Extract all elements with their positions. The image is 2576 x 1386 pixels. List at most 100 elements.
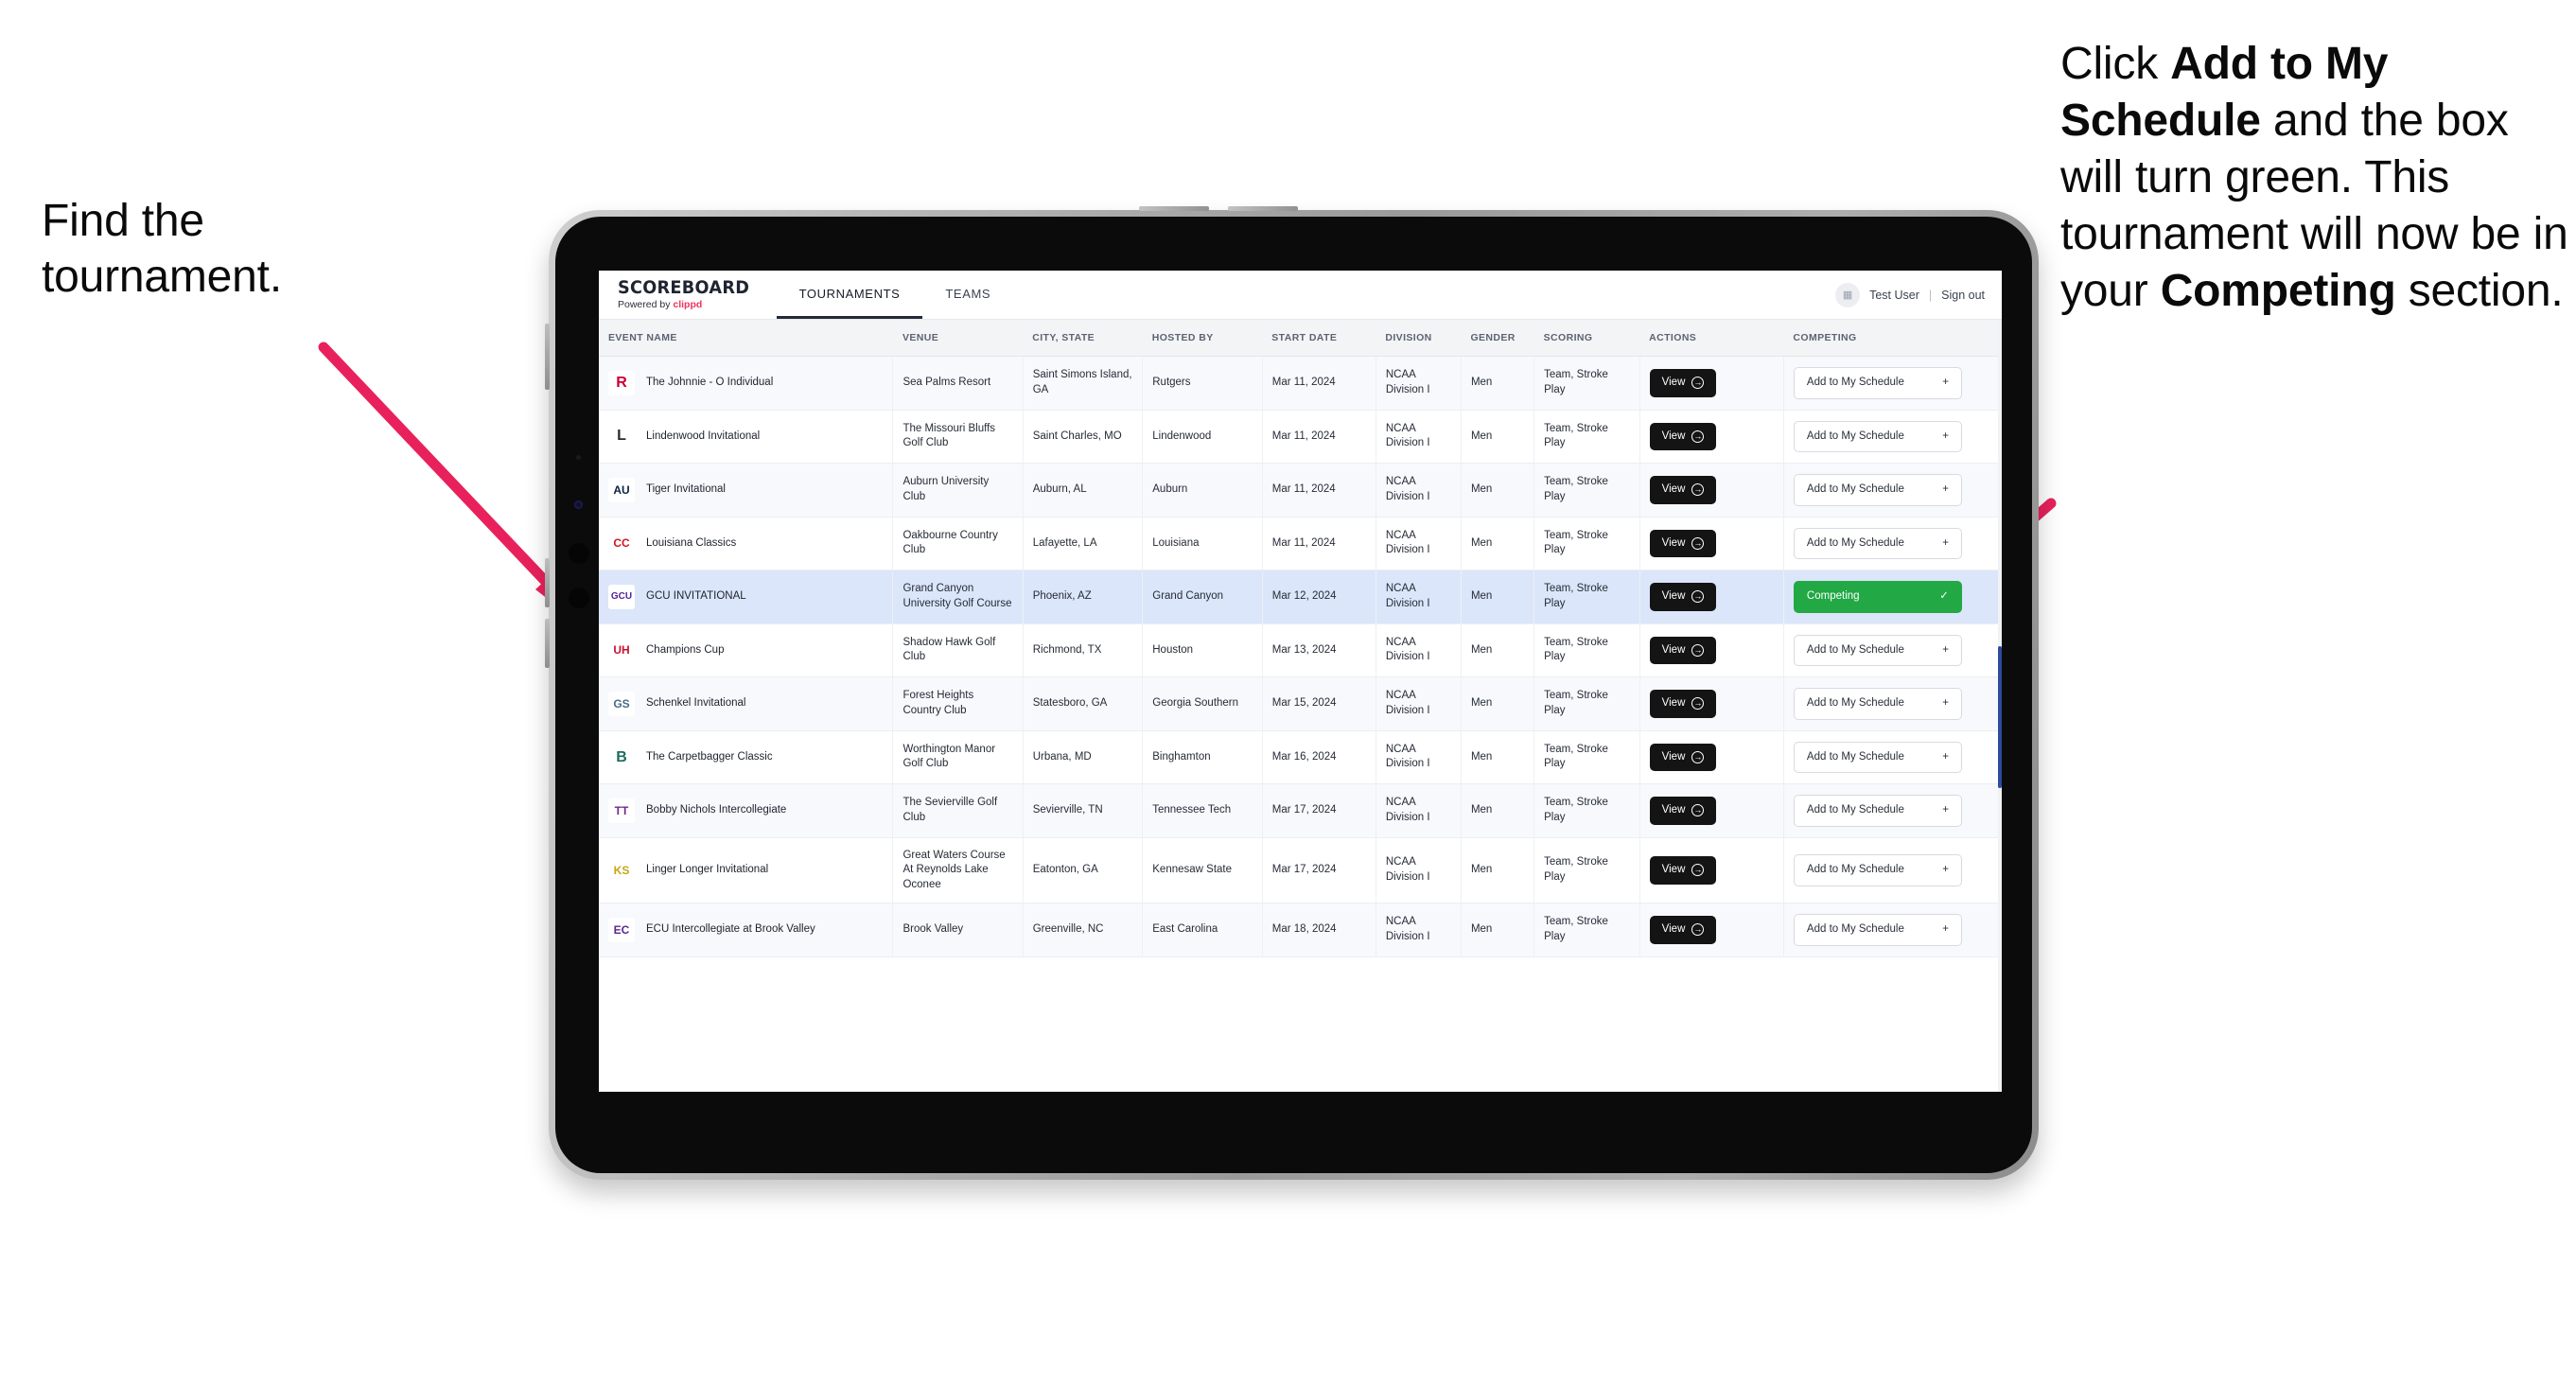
view-button-label: View xyxy=(1661,536,1686,549)
view-button[interactable]: View → xyxy=(1649,856,1717,885)
table-row[interactable]: UH Champions Cup Shadow Hawk Golf Club Rich… xyxy=(599,623,2002,678)
col-gender[interactable]: GENDER xyxy=(1461,320,1534,357)
view-button[interactable]: View → xyxy=(1649,636,1717,665)
add-to-my-schedule-button[interactable]: Add to My Schedule + xyxy=(1793,634,1962,667)
cell-scoring: Team, Stroke Play xyxy=(1533,463,1640,518)
cell-event-name: AU Tiger Invitational xyxy=(599,463,894,518)
view-button-label: View xyxy=(1661,430,1686,442)
plus-icon: + xyxy=(1942,750,1949,763)
col-start-date[interactable]: START DATE xyxy=(1262,320,1376,357)
add-to-my-schedule-button[interactable]: Add to My Schedule + xyxy=(1793,688,1962,720)
tablet-volume-down-button[interactable] xyxy=(545,619,550,668)
cell-gender: Men xyxy=(1461,463,1535,518)
view-button[interactable]: View → xyxy=(1649,583,1717,611)
view-button[interactable]: View → xyxy=(1649,476,1717,504)
cell-gender: Men xyxy=(1461,837,1535,904)
scrollbar-thumb[interactable] xyxy=(1998,646,2002,788)
cell-start-date: Mar 13, 2024 xyxy=(1262,623,1376,678)
table-row[interactable]: GCU GCU INVITATIONAL Grand Canyon Universi… xyxy=(599,570,2002,624)
table-row[interactable]: L Lindenwood Invitational The Missouri Blu… xyxy=(599,410,2002,465)
add-to-my-schedule-button[interactable]: Add to My Schedule + xyxy=(1793,914,1962,946)
table-row[interactable]: AU Tiger Invitational Auburn University Cl… xyxy=(599,463,2002,518)
view-button[interactable]: View → xyxy=(1649,690,1717,718)
table-row[interactable]: R The Johnnie - O Individual Sea Palms Res… xyxy=(599,356,2002,411)
plus-icon: + xyxy=(1942,923,1949,936)
cell-competing: Add to My Schedule + xyxy=(1783,837,2002,904)
cell-actions: View → xyxy=(1639,410,1784,465)
arrow-right-circle-icon: → xyxy=(1691,697,1705,711)
table-row[interactable]: GS Schenkel Invitational Forest Heights Co… xyxy=(599,676,2002,731)
tournaments-table: EVENT NAME VENUE CITY, STATE HOSTED BY S… xyxy=(599,320,2002,957)
cell-start-date: Mar 11, 2024 xyxy=(1262,356,1376,411)
add-to-my-schedule-button[interactable]: Add to My Schedule + xyxy=(1793,527,1962,560)
table-row[interactable]: TT Bobby Nichols Intercollegiate The Sevie… xyxy=(599,783,2002,838)
cell-city-state: Eatonton, GA xyxy=(1023,837,1144,904)
view-button-label: View xyxy=(1661,377,1686,388)
tablet-top-button-2[interactable] xyxy=(1228,206,1298,211)
tablet-power-button[interactable] xyxy=(545,324,550,390)
table-row[interactable]: B The Carpetbagger Classic Worthington Man… xyxy=(599,730,2002,785)
add-to-my-schedule-label: Add to My Schedule xyxy=(1806,430,1904,442)
add-to-my-schedule-button[interactable]: Add to My Schedule + xyxy=(1793,420,1962,453)
tablet-top-button-1[interactable] xyxy=(1139,206,1209,211)
cell-event-name: KS Linger Longer Invitational xyxy=(599,837,894,904)
col-hosted-by[interactable]: HOSTED BY xyxy=(1142,320,1263,357)
table-head: EVENT NAME VENUE CITY, STATE HOSTED BY S… xyxy=(599,320,2002,357)
add-to-my-schedule-button[interactable]: Add to My Schedule + xyxy=(1793,474,1962,506)
table-body: R The Johnnie - O Individual Sea Palms Res… xyxy=(599,356,2002,957)
view-button-label: View xyxy=(1661,590,1686,603)
add-to-my-schedule-button[interactable]: Add to My Schedule + xyxy=(1793,854,1962,886)
cell-gender: Men xyxy=(1461,676,1535,731)
add-to-my-schedule-button[interactable]: Add to My Schedule + xyxy=(1793,795,1962,827)
col-scoring[interactable]: SCORING xyxy=(1533,320,1640,357)
cell-start-date: Mar 11, 2024 xyxy=(1262,463,1376,518)
cell-actions: View → xyxy=(1639,356,1784,411)
table-row[interactable]: EC ECU Intercollegiate at Brook Valley Bro… xyxy=(599,903,2002,957)
sign-out-link[interactable]: Sign out xyxy=(1941,289,1985,302)
event-name-label: Lindenwood Invitational xyxy=(646,430,761,442)
view-button[interactable]: View → xyxy=(1649,422,1717,451)
cell-city-state: Saint Charles, MO xyxy=(1023,410,1144,465)
brand-clippd: clippd xyxy=(673,299,703,311)
table-row[interactable]: CC Louisiana Classics Oakbourne Country Cl… xyxy=(599,517,2002,571)
tablet-volume-up-button[interactable] xyxy=(545,558,550,607)
add-to-my-schedule-button[interactable]: Add to My Schedule + xyxy=(1793,367,1962,399)
cell-actions: View → xyxy=(1639,837,1784,904)
col-division[interactable]: DIVISION xyxy=(1376,320,1462,357)
team-logo-icon: L xyxy=(608,424,635,449)
col-city-state[interactable]: CITY, STATE xyxy=(1023,320,1143,357)
cell-actions: View → xyxy=(1639,730,1784,785)
cell-event-name: B The Carpetbagger Classic xyxy=(599,730,894,785)
view-button[interactable]: View → xyxy=(1649,529,1717,558)
cell-scoring: Team, Stroke Play xyxy=(1533,356,1640,411)
arrow-right-circle-icon: → xyxy=(1691,923,1705,937)
brand-logo[interactable]: SCOREBOARD Powered by clippd xyxy=(599,271,777,319)
nav-tab-teams[interactable]: TEAMS xyxy=(922,271,1013,319)
col-venue[interactable]: VENUE xyxy=(892,320,1024,357)
add-to-my-schedule-button[interactable]: Add to My Schedule + xyxy=(1793,741,1962,774)
cell-actions: View → xyxy=(1639,517,1784,571)
view-button[interactable]: View → xyxy=(1649,743,1717,772)
cell-competing: Add to My Schedule + xyxy=(1783,517,2002,571)
cell-start-date: Mar 16, 2024 xyxy=(1262,730,1376,785)
nav-tab-tournaments[interactable]: TOURNAMENTS xyxy=(776,271,923,319)
user-separator: | xyxy=(1928,288,1933,302)
view-button[interactable]: View → xyxy=(1649,369,1717,397)
user-avatar-icon[interactable]: ▦ xyxy=(1835,282,1861,307)
cell-scoring: Team, Stroke Play xyxy=(1533,783,1640,838)
add-to-my-schedule-label: Add to My Schedule xyxy=(1806,697,1904,710)
table-row[interactable]: KS Linger Longer Invitational Great Waters… xyxy=(599,837,2002,904)
cell-gender: Men xyxy=(1461,783,1535,838)
col-event-name[interactable]: EVENT NAME xyxy=(599,320,893,357)
team-logo-icon: EC xyxy=(608,917,635,942)
plus-icon: + xyxy=(1942,377,1949,388)
main-nav: TOURNAMENTS TEAMS xyxy=(776,271,1014,319)
plus-icon: + xyxy=(1942,430,1949,442)
cell-hosted-by: Tennessee Tech xyxy=(1142,783,1263,838)
view-button[interactable]: View → xyxy=(1649,797,1717,825)
competing-badge-button[interactable]: Competing ✓ xyxy=(1793,581,1962,613)
view-button[interactable]: View → xyxy=(1649,916,1717,944)
cell-competing: Add to My Schedule + xyxy=(1783,676,2002,731)
cell-gender: Men xyxy=(1461,410,1535,465)
cell-venue: Grand Canyon University Golf Course xyxy=(892,570,1024,624)
